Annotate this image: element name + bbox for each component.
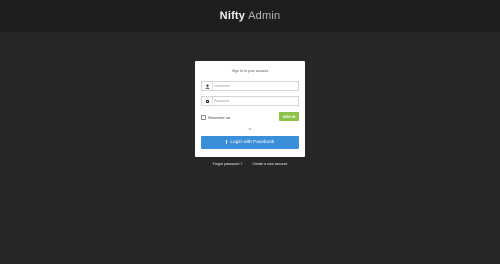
brand-name-light: Admin <box>248 10 281 22</box>
username-field <box>201 81 299 91</box>
brand-logo: Nifty Admin <box>220 10 281 22</box>
top-bar: Nifty Admin <box>0 0 500 32</box>
sign-in-button[interactable]: SIGN IN <box>279 112 299 121</box>
facebook-icon: f <box>225 139 228 146</box>
login-title: Sign In to your account <box>231 69 269 73</box>
user-icon <box>202 82 213 90</box>
password-field <box>201 96 299 106</box>
remember-me-label[interactable]: Remember me <box>208 116 230 120</box>
create-account-link[interactable]: Create a new account <box>252 162 287 166</box>
login-panel: Sign In to your account Remember me SIGN… <box>195 61 305 157</box>
facebook-login-button[interactable]: f Login with Facebook <box>201 136 299 149</box>
remember-me-checkbox[interactable] <box>201 115 206 120</box>
footer-links: Forgot password ? Create a new account <box>195 162 305 166</box>
password-input[interactable] <box>214 97 296 105</box>
facebook-login-label: Login with Facebook <box>230 140 275 145</box>
brand-name-bold: Nifty <box>219 10 246 22</box>
username-input[interactable] <box>214 82 296 90</box>
remember-me[interactable]: Remember me <box>201 115 230 120</box>
or-divider: - or - <box>246 127 254 131</box>
lock-icon <box>202 97 213 105</box>
forgot-password-link[interactable]: Forgot password ? <box>213 162 243 166</box>
